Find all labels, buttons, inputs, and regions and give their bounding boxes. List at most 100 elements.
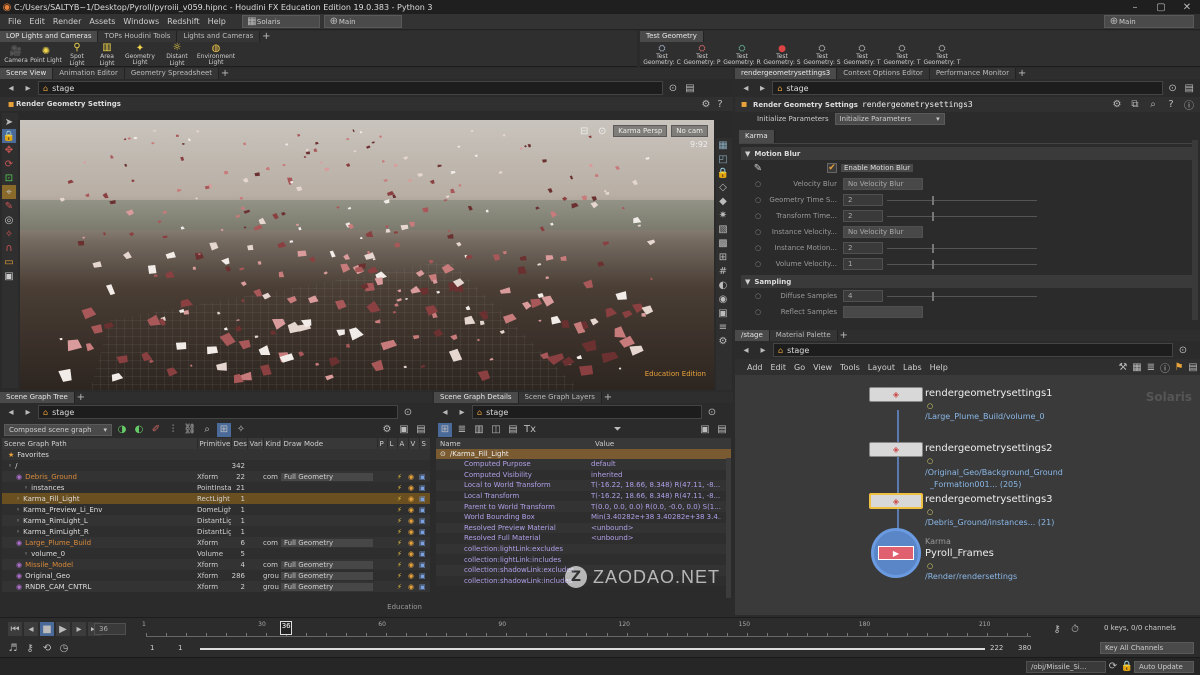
active-cell[interactable]: ⚡ <box>397 526 408 537</box>
scene-tree-path-cell[interactable]: ◦ Karma_RimLight_R <box>2 526 197 537</box>
visibility-eye-icon[interactable]: ◉ <box>408 583 414 591</box>
back-arrow-icon[interactable]: ◂ <box>4 81 18 95</box>
selectable-cell[interactable] <box>419 460 430 471</box>
network-grid-icon[interactable]: ▦ <box>1130 360 1144 374</box>
active-cell[interactable] <box>397 460 408 471</box>
scene-graph-mode-dropdown[interactable]: Composed scene graph ▾ <box>4 423 112 436</box>
prev-frame-icon[interactable]: ◂ <box>24 622 38 636</box>
enable-motion-blur-checkbox[interactable]: ✔ <box>827 163 837 173</box>
motion-blur-section[interactable]: ▼ Motion Blur <box>741 147 1194 160</box>
playhead[interactable]: 36 <box>280 621 293 635</box>
network-list-icon[interactable]: ≣ <box>1144 360 1158 374</box>
scene-tree-col[interactable]: V <box>408 438 420 449</box>
network-menu-help[interactable]: Help <box>926 363 952 372</box>
desktop-selector[interactable]: ▦ Solaris <box>241 15 320 28</box>
selectable-icon[interactable]: ▣ <box>419 495 426 503</box>
active-toggle-icon[interactable]: ⚡ <box>397 539 402 547</box>
add-shelf-tab-icon[interactable]: + <box>260 31 272 42</box>
scene-tree-path-cell[interactable]: ◦ Karma_Fill_Light <box>2 493 197 504</box>
context-selector[interactable]: ⊕ Main <box>323 15 402 28</box>
active-toggle-icon[interactable]: ⚡ <box>397 506 402 514</box>
draw-mode-cell[interactable] <box>281 548 377 559</box>
realtime-icon[interactable]: ⏱ <box>1068 622 1082 636</box>
parameter-info-icon[interactable]: ⓘ <box>1182 98 1196 112</box>
background-icon[interactable]: ▧ <box>716 222 730 236</box>
load-cell[interactable] <box>387 471 397 482</box>
menu-windows[interactable]: Windows <box>119 17 163 26</box>
parameter-search-icon[interactable]: ⌕ <box>1146 98 1160 112</box>
draw-mode-dropdown[interactable]: Full Geometry <box>281 582 373 591</box>
shelf-tab-test-geometry[interactable]: Test Geometry <box>640 31 704 42</box>
shelf-tool-geometry-light[interactable]: ✦ Geometry Light <box>122 43 158 66</box>
pin-icon[interactable]: ⊙ <box>705 405 719 419</box>
tab-geometry-spreadsheet[interactable]: Geometry Spreadsheet <box>124 68 220 79</box>
draw-mode-cell[interactable] <box>281 526 377 537</box>
rotate-tool-icon[interactable]: ⟳ <box>2 157 16 171</box>
visibility-eye-icon[interactable]: ◉ <box>408 539 414 547</box>
visibility-eye-icon[interactable]: ◉ <box>408 506 414 514</box>
edit-pencil-icon[interactable]: ✎ <box>751 161 765 175</box>
visibility-cell[interactable]: ◉ <box>408 570 419 581</box>
node-1-path[interactable]: /Large_Plume_Build/volume_0 <box>925 412 1045 421</box>
audio-icon[interactable]: ♬ <box>6 641 20 655</box>
details-text-icon[interactable]: Tx <box>523 423 537 437</box>
param-value-field[interactable] <box>843 306 923 318</box>
menu-redshift[interactable]: Redshift <box>163 17 203 26</box>
sampling-section[interactable]: ▼ Sampling <box>741 275 1194 288</box>
keyframe-dot-icon[interactable]: ○ <box>751 193 765 207</box>
param-slider[interactable] <box>887 243 1037 253</box>
lock-camera-icon[interactable]: 🔒 <box>716 166 730 180</box>
param-value-field[interactable]: No Velocity Blur <box>843 226 923 238</box>
shelf-tool-test-geo-8[interactable]: ⛭ Test Geometry: T <box>922 44 962 66</box>
visibility-cell[interactable]: ◉ <box>408 471 419 482</box>
payload-cell[interactable] <box>377 493 387 504</box>
visibility-cell[interactable]: ◉ <box>408 482 419 493</box>
details-prim-row[interactable]: ⊙ /Karma_Fill_Light <box>436 449 731 459</box>
range-end-field[interactable]: 222 <box>990 644 1003 652</box>
shelf-tool-test-geo-4[interactable]: ● Test Geometry: S <box>762 44 802 66</box>
menu-render[interactable]: Render <box>49 17 85 26</box>
payload-cell[interactable] <box>377 526 387 537</box>
shelf-tool-distant-light[interactable]: ☼ Distant Light <box>158 42 196 67</box>
viewport-pin-icon[interactable]: ⊙ <box>595 124 609 138</box>
forward-arrow-icon[interactable]: ▸ <box>21 405 35 419</box>
visibility-cell[interactable]: ◉ <box>408 548 419 559</box>
selectable-cell[interactable]: ▣ <box>419 515 430 526</box>
tab-scene-graph-tree[interactable]: Scene Graph Tree <box>0 392 75 403</box>
visibility-eye-icon[interactable]: ◉ <box>408 550 414 558</box>
load-cell[interactable] <box>387 537 397 548</box>
scene-tree-row[interactable]: ◦ volume_0 Volume 5 ⚡ ◉ ▣ <box>2 548 430 559</box>
load-cell[interactable] <box>387 504 397 515</box>
initialize-dropdown[interactable]: Initialize Parameters ▾ <box>834 113 945 125</box>
back-arrow-icon[interactable]: ◂ <box>438 405 452 419</box>
key-filter-icon[interactable]: ⚷ <box>23 641 37 655</box>
selectable-cell[interactable]: ▣ <box>419 526 430 537</box>
draw-mode-cell[interactable] <box>281 504 377 515</box>
search-icon[interactable]: ⌕ <box>200 423 214 437</box>
slider-handle[interactable] <box>932 291 934 301</box>
selectable-cell[interactable]: ▣ <box>419 559 430 570</box>
visibility-cell[interactable]: ◉ <box>408 537 419 548</box>
node-3-path[interactable]: /Debris_Ground/instances... (21) <box>925 518 1054 527</box>
keyframe-dot-icon[interactable]: ○ <box>751 289 765 303</box>
update-refresh-icon[interactable]: ⟳ <box>1106 660 1120 674</box>
selectable-cell[interactable]: ▣ <box>419 570 430 581</box>
render-icon[interactable]: ◉ <box>716 292 730 306</box>
scene-tree-path-field[interactable]: ⌂ stage <box>38 405 398 419</box>
pane-menu-icon[interactable]: ▤ <box>683 81 697 95</box>
menu-edit[interactable]: Edit <box>25 17 49 26</box>
scene-tree-path-cell[interactable]: ◉ Debris_Ground <box>2 471 197 482</box>
details-row[interactable]: Resolved Preview Material <unbound> <box>436 522 731 534</box>
visibility-eye-icon[interactable]: ◉ <box>408 495 414 503</box>
add-tab-icon[interactable]: + <box>75 392 87 403</box>
scene-tree-row[interactable]: ◦ Karma_RimLight_L DistantLig 1 ⚡ ◉ ▣ <box>2 515 430 526</box>
payload-cell[interactable] <box>377 460 387 471</box>
add-tab-icon[interactable]: + <box>219 68 231 79</box>
scene-tree-row[interactable]: ◉ Original_Geo Xform 286 grou Full Geometry ⚡ ◉… <box>2 570 430 581</box>
key-all-channels-dropdown[interactable]: Key All Channels <box>1100 642 1194 654</box>
visibility-cell[interactable]: ◉ <box>408 515 419 526</box>
draw-mode-cell[interactable]: Full Geometry <box>281 471 377 482</box>
parameter-scrollbar[interactable] <box>1192 140 1198 320</box>
scene-tree-row[interactable]: ◉ RNDR_CAM_CNTRL Xform 2 grou Full Geometry ⚡ ◉… <box>2 581 430 592</box>
scene-tree-path-cell[interactable]: ◦ / <box>2 460 197 471</box>
